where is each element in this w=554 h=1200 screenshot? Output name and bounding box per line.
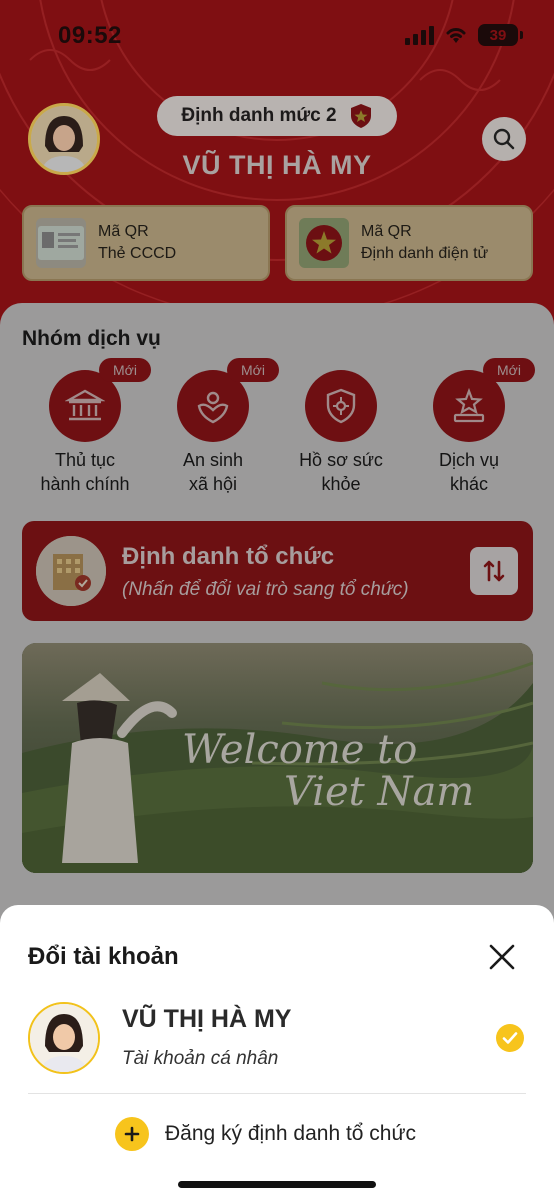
- check-circle-icon: [496, 1024, 524, 1052]
- service-social-security-line1: An sinh: [182, 450, 244, 470]
- battery-icon: 39: [478, 24, 523, 46]
- switch-role-button[interactable]: [470, 547, 518, 595]
- qr-card-cccd[interactable]: Mã QR Thẻ CCCD: [22, 205, 270, 281]
- status-time: 09:52: [58, 22, 122, 49]
- status-icons: 39: [405, 24, 523, 46]
- identity-level-badge[interactable]: Định danh mức 2: [157, 96, 397, 136]
- identity-level-label: Định danh mức 2: [181, 105, 337, 126]
- status-bar: 09:52 39: [0, 0, 554, 70]
- swap-arrows-icon: [483, 560, 505, 582]
- service-administrative[interactable]: Mới Thủ tục hành chính: [25, 358, 151, 496]
- new-badge: Mới: [483, 358, 535, 382]
- banner-text-line2: Viet Nam: [284, 769, 474, 815]
- health-shield-icon: [326, 388, 356, 424]
- divider: [28, 1093, 526, 1094]
- new-badge: Mới: [227, 358, 279, 382]
- home-indicator[interactable]: [178, 1181, 376, 1188]
- office-building-icon: [36, 536, 106, 606]
- banner-text-line1: Welcome to: [182, 727, 417, 773]
- tea-field-image: Welcome to Viet Nam: [22, 643, 533, 873]
- welcome-banner[interactable]: Welcome to Viet Nam: [22, 643, 533, 873]
- organization-identity-title: Định danh tổ chức: [122, 543, 335, 570]
- switch-account-sheet: Đổi tài khoản VŨ THỊ HÀ MY Tài khoản cá …: [0, 905, 554, 1200]
- register-organization-button[interactable]: Đăng ký định danh tổ chức: [115, 1117, 416, 1151]
- qr-card-digital-id-line2: Định danh điện tử: [361, 245, 489, 262]
- service-administrative-line2: hành chính: [40, 474, 130, 494]
- app-header: 09:52 39 Định danh mức 2 VŨ THỊ HÀ MY Mã…: [0, 0, 554, 330]
- service-health-record-line1: Hồ sơ sức: [299, 450, 383, 470]
- search-icon: [493, 128, 515, 150]
- service-health-record-line2: khỏe: [321, 474, 361, 494]
- service-social-security-line2: xã hội: [188, 474, 238, 494]
- police-shield-icon: [350, 104, 371, 128]
- close-icon[interactable]: [486, 941, 518, 973]
- id-card-icon: [36, 218, 86, 268]
- service-other[interactable]: Mới Dịch vụ khác: [409, 358, 535, 496]
- account-type: Tài khoản cá nhân: [122, 1048, 279, 1069]
- police-emblem-icon: [299, 218, 349, 268]
- register-organization-label: Đăng ký định danh tổ chức: [165, 1122, 417, 1145]
- service-other-line2: khác: [449, 474, 489, 494]
- qr-card-cccd-line2: Thẻ CCCD: [98, 245, 177, 262]
- services-title: Nhóm dịch vụ: [22, 327, 161, 350]
- star-podium-icon: [453, 387, 485, 423]
- sheet-title: Đổi tài khoản: [28, 943, 179, 970]
- plus-icon: [115, 1117, 149, 1151]
- bank-icon: [65, 389, 105, 421]
- social-care-icon: [197, 391, 229, 424]
- service-social-security[interactable]: Mới An sinh xã hội: [153, 358, 279, 496]
- organization-identity-subtitle: (Nhấn để đổi vai trò sang tổ chức): [122, 579, 409, 600]
- account-name[interactable]: VŨ THỊ HÀ MY: [122, 1005, 291, 1034]
- organization-identity-card[interactable]: Định danh tổ chức (Nhấn để đổi vai trò s…: [22, 521, 533, 621]
- avatar-photo: [30, 1004, 98, 1072]
- cellular-signal-icon: [405, 25, 434, 45]
- qr-card-digital-id[interactable]: Mã QR Định danh điện tử: [285, 205, 533, 281]
- new-badge: Mới: [99, 358, 151, 382]
- qr-card-digital-id-line1: Mã QR: [361, 223, 412, 240]
- qr-card-cccd-line1: Mã QR: [98, 223, 149, 240]
- service-health-record[interactable]: Hồ sơ sức khỏe: [281, 370, 401, 496]
- profile-name: VŨ THỊ HÀ MY: [182, 150, 372, 180]
- account-avatar[interactable]: [28, 1002, 100, 1074]
- service-administrative-line1: Thủ tục: [54, 450, 116, 470]
- wifi-icon: [446, 28, 466, 43]
- service-other-line1: Dịch vụ: [438, 450, 500, 470]
